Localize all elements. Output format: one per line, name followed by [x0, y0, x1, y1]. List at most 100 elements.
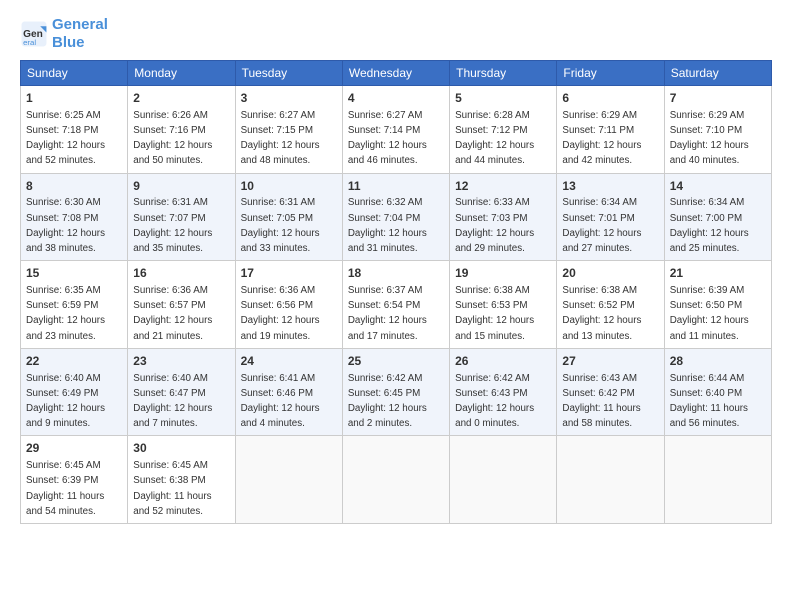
day-cell: 26 Sunrise: 6:42 AMSunset: 6:43 PMDaylig… [450, 348, 557, 436]
day-cell: 10 Sunrise: 6:31 AMSunset: 7:05 PMDaylig… [235, 173, 342, 261]
day-info: Sunrise: 6:27 AMSunset: 7:14 PMDaylight:… [348, 110, 427, 167]
day-cell [450, 436, 557, 524]
day-number: 17 [241, 265, 337, 282]
day-info: Sunrise: 6:38 AMSunset: 6:53 PMDaylight:… [455, 285, 534, 342]
day-info: Sunrise: 6:29 AMSunset: 7:11 PMDaylight:… [562, 110, 641, 167]
day-info: Sunrise: 6:34 AMSunset: 7:00 PMDaylight:… [670, 197, 749, 254]
day-cell: 24 Sunrise: 6:41 AMSunset: 6:46 PMDaylig… [235, 348, 342, 436]
col-header-sunday: Sunday [21, 61, 128, 86]
day-info: Sunrise: 6:35 AMSunset: 6:59 PMDaylight:… [26, 285, 105, 342]
day-cell: 1 Sunrise: 6:25 AMSunset: 7:18 PMDayligh… [21, 86, 128, 174]
day-cell: 16 Sunrise: 6:36 AMSunset: 6:57 PMDaylig… [128, 261, 235, 349]
day-info: Sunrise: 6:44 AMSunset: 6:40 PMDaylight:… [670, 373, 748, 430]
day-cell: 13 Sunrise: 6:34 AMSunset: 7:01 PMDaylig… [557, 173, 664, 261]
day-number: 16 [133, 265, 229, 282]
day-info: Sunrise: 6:45 AMSunset: 6:38 PMDaylight:… [133, 460, 211, 517]
day-number: 21 [670, 265, 766, 282]
day-cell: 28 Sunrise: 6:44 AMSunset: 6:40 PMDaylig… [664, 348, 771, 436]
day-info: Sunrise: 6:37 AMSunset: 6:54 PMDaylight:… [348, 285, 427, 342]
week-row-2: 8 Sunrise: 6:30 AMSunset: 7:08 PMDayligh… [21, 173, 772, 261]
col-header-thursday: Thursday [450, 61, 557, 86]
logo-icon: Gen eral [20, 20, 48, 48]
day-cell: 15 Sunrise: 6:35 AMSunset: 6:59 PMDaylig… [21, 261, 128, 349]
day-number: 27 [562, 353, 658, 370]
day-cell: 20 Sunrise: 6:38 AMSunset: 6:52 PMDaylig… [557, 261, 664, 349]
day-cell: 9 Sunrise: 6:31 AMSunset: 7:07 PMDayligh… [128, 173, 235, 261]
day-cell: 29 Sunrise: 6:45 AMSunset: 6:39 PMDaylig… [21, 436, 128, 524]
day-info: Sunrise: 6:34 AMSunset: 7:01 PMDaylight:… [562, 197, 641, 254]
day-info: Sunrise: 6:29 AMSunset: 7:10 PMDaylight:… [670, 110, 749, 167]
day-number: 18 [348, 265, 444, 282]
day-cell: 2 Sunrise: 6:26 AMSunset: 7:16 PMDayligh… [128, 86, 235, 174]
day-number: 15 [26, 265, 122, 282]
day-info: Sunrise: 6:40 AMSunset: 6:49 PMDaylight:… [26, 373, 105, 430]
day-cell [557, 436, 664, 524]
day-number: 10 [241, 178, 337, 195]
col-header-tuesday: Tuesday [235, 61, 342, 86]
calendar-header-row: SundayMondayTuesdayWednesdayThursdayFrid… [21, 61, 772, 86]
day-number: 25 [348, 353, 444, 370]
col-header-monday: Monday [128, 61, 235, 86]
week-row-5: 29 Sunrise: 6:45 AMSunset: 6:39 PMDaylig… [21, 436, 772, 524]
day-cell: 27 Sunrise: 6:43 AMSunset: 6:42 PMDaylig… [557, 348, 664, 436]
svg-text:eral: eral [23, 38, 36, 47]
day-cell: 8 Sunrise: 6:30 AMSunset: 7:08 PMDayligh… [21, 173, 128, 261]
day-cell: 21 Sunrise: 6:39 AMSunset: 6:50 PMDaylig… [664, 261, 771, 349]
day-info: Sunrise: 6:40 AMSunset: 6:47 PMDaylight:… [133, 373, 212, 430]
col-header-friday: Friday [557, 61, 664, 86]
day-number: 13 [562, 178, 658, 195]
day-cell: 7 Sunrise: 6:29 AMSunset: 7:10 PMDayligh… [664, 86, 771, 174]
day-number: 20 [562, 265, 658, 282]
day-info: Sunrise: 6:43 AMSunset: 6:42 PMDaylight:… [562, 373, 640, 430]
day-number: 6 [562, 90, 658, 107]
calendar-table: SundayMondayTuesdayWednesdayThursdayFrid… [20, 60, 772, 524]
day-number: 29 [26, 440, 122, 457]
day-info: Sunrise: 6:36 AMSunset: 6:57 PMDaylight:… [133, 285, 212, 342]
day-info: Sunrise: 6:38 AMSunset: 6:52 PMDaylight:… [562, 285, 641, 342]
day-cell: 4 Sunrise: 6:27 AMSunset: 7:14 PMDayligh… [342, 86, 449, 174]
day-number: 7 [670, 90, 766, 107]
day-info: Sunrise: 6:33 AMSunset: 7:03 PMDaylight:… [455, 197, 534, 254]
week-row-1: 1 Sunrise: 6:25 AMSunset: 7:18 PMDayligh… [21, 86, 772, 174]
page-container: Gen eral GeneralBlue SundayMondayTuesday… [0, 0, 792, 534]
col-header-saturday: Saturday [664, 61, 771, 86]
day-number: 28 [670, 353, 766, 370]
day-info: Sunrise: 6:26 AMSunset: 7:16 PMDaylight:… [133, 110, 212, 167]
day-number: 19 [455, 265, 551, 282]
day-number: 3 [241, 90, 337, 107]
day-cell [235, 436, 342, 524]
day-cell [664, 436, 771, 524]
day-cell [342, 436, 449, 524]
day-number: 9 [133, 178, 229, 195]
day-cell: 30 Sunrise: 6:45 AMSunset: 6:38 PMDaylig… [128, 436, 235, 524]
day-info: Sunrise: 6:27 AMSunset: 7:15 PMDaylight:… [241, 110, 320, 167]
day-cell: 22 Sunrise: 6:40 AMSunset: 6:49 PMDaylig… [21, 348, 128, 436]
day-cell: 3 Sunrise: 6:27 AMSunset: 7:15 PMDayligh… [235, 86, 342, 174]
day-info: Sunrise: 6:31 AMSunset: 7:07 PMDaylight:… [133, 197, 212, 254]
day-number: 23 [133, 353, 229, 370]
day-number: 26 [455, 353, 551, 370]
day-cell: 19 Sunrise: 6:38 AMSunset: 6:53 PMDaylig… [450, 261, 557, 349]
day-cell: 14 Sunrise: 6:34 AMSunset: 7:00 PMDaylig… [664, 173, 771, 261]
day-number: 14 [670, 178, 766, 195]
day-number: 30 [133, 440, 229, 457]
day-cell: 5 Sunrise: 6:28 AMSunset: 7:12 PMDayligh… [450, 86, 557, 174]
col-header-wednesday: Wednesday [342, 61, 449, 86]
day-info: Sunrise: 6:25 AMSunset: 7:18 PMDaylight:… [26, 110, 105, 167]
day-info: Sunrise: 6:42 AMSunset: 6:43 PMDaylight:… [455, 373, 534, 430]
day-number: 4 [348, 90, 444, 107]
day-number: 8 [26, 178, 122, 195]
day-cell: 11 Sunrise: 6:32 AMSunset: 7:04 PMDaylig… [342, 173, 449, 261]
day-info: Sunrise: 6:42 AMSunset: 6:45 PMDaylight:… [348, 373, 427, 430]
day-cell: 25 Sunrise: 6:42 AMSunset: 6:45 PMDaylig… [342, 348, 449, 436]
day-info: Sunrise: 6:41 AMSunset: 6:46 PMDaylight:… [241, 373, 320, 430]
day-number: 2 [133, 90, 229, 107]
day-cell: 18 Sunrise: 6:37 AMSunset: 6:54 PMDaylig… [342, 261, 449, 349]
day-number: 22 [26, 353, 122, 370]
logo-text: GeneralBlue [52, 16, 108, 52]
day-number: 12 [455, 178, 551, 195]
day-info: Sunrise: 6:28 AMSunset: 7:12 PMDaylight:… [455, 110, 534, 167]
day-info: Sunrise: 6:32 AMSunset: 7:04 PMDaylight:… [348, 197, 427, 254]
day-cell: 6 Sunrise: 6:29 AMSunset: 7:11 PMDayligh… [557, 86, 664, 174]
day-cell: 12 Sunrise: 6:33 AMSunset: 7:03 PMDaylig… [450, 173, 557, 261]
